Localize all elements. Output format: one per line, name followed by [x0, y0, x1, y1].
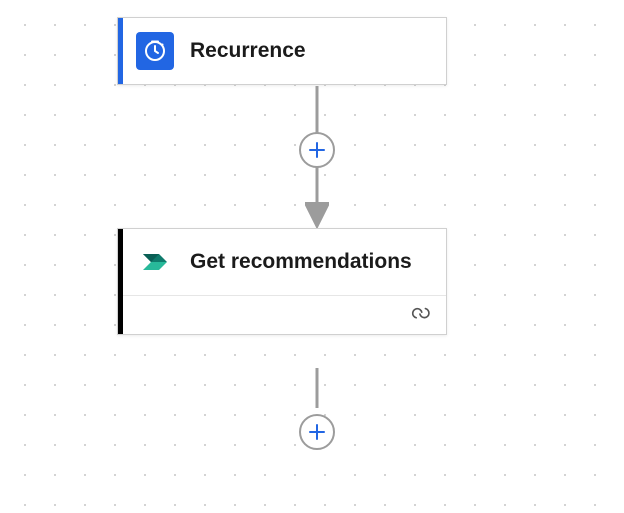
node-title: Get recommendations — [190, 249, 412, 275]
node-footer — [118, 295, 446, 334]
link-icon[interactable] — [408, 304, 430, 326]
flow-canvas[interactable]: Recurrence — [0, 0, 624, 513]
node-body: Get recommendations — [118, 229, 446, 295]
power-automate-icon — [136, 243, 174, 281]
connector-stub — [316, 368, 319, 408]
add-step-button[interactable] — [299, 132, 335, 168]
add-step-button-end[interactable] — [299, 414, 335, 450]
get-recommendations-node[interactable]: Get recommendations — [117, 228, 447, 335]
accent-stripe — [118, 229, 123, 334]
